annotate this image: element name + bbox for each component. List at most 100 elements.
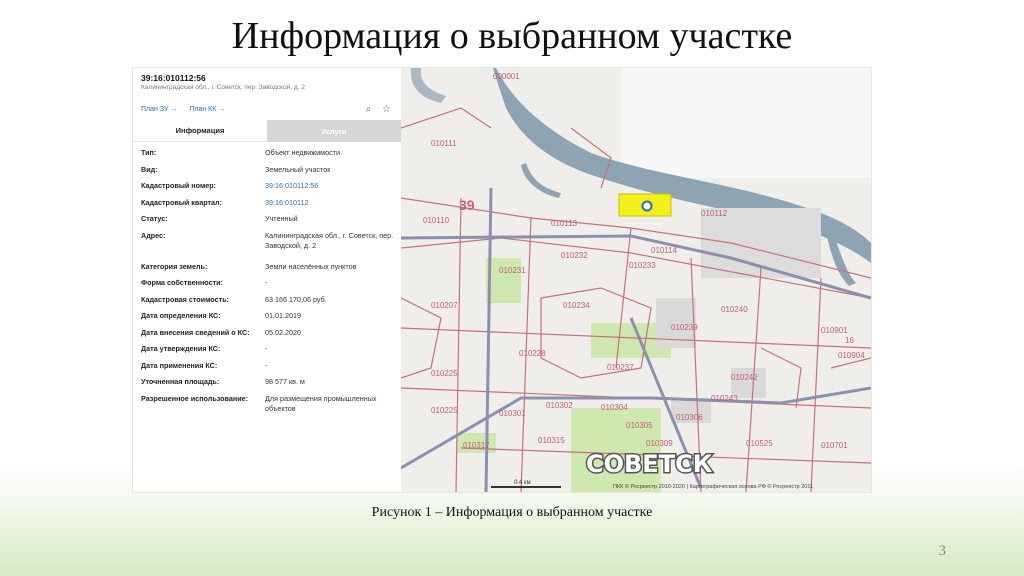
cadastral-map[interactable]: 000001 010111 010110 010113 010112 01011… [401, 68, 871, 492]
row-value: Для размещения промышленных объектов [265, 393, 377, 413]
svg-text:010232: 010232 [561, 251, 588, 260]
row-key: Кадастровый квартал: [141, 197, 222, 207]
row-value: 01.01.2019 [265, 311, 301, 320]
svg-text:010701: 010701 [821, 441, 848, 450]
table-row: Кадастровый квартал: 39:16:010112 [133, 194, 401, 211]
svg-text:010317: 010317 [463, 441, 490, 450]
row-key: Тип: [141, 148, 157, 157]
terrain-area [621, 68, 871, 178]
svg-text:010112: 010112 [701, 209, 728, 218]
table-row: Дата применения КС: - [133, 357, 401, 374]
tab-information[interactable]: Информация [133, 120, 267, 142]
svg-text:010114: 010114 [651, 246, 678, 255]
row-value: Земельный участок [265, 164, 331, 174]
table-row: Тип: Объект недвижимости [133, 144, 401, 161]
address-subtitle: Калининградская обл., г. Советск, пер. З… [141, 84, 305, 91]
svg-text:010237: 010237 [607, 363, 634, 372]
row-key: Вид: [141, 164, 158, 174]
svg-text:010304: 010304 [601, 403, 628, 412]
row-value: Калининградская обл., г. Советск, пер. З… [265, 230, 394, 250]
row-value: 05.02.2020 [265, 327, 301, 337]
info-panel: 39:16:010112:56 Калининградская обл., г.… [133, 68, 402, 492]
panel-tabs: Информация Услуги [133, 120, 401, 142]
row-value: 98 577 кв. м [265, 377, 305, 386]
green-area [486, 258, 521, 303]
table-row: Дата определения КС: 01.01.2019 [133, 307, 401, 324]
row-key: Дата определения КС: [141, 311, 221, 320]
svg-text:010525: 010525 [746, 439, 773, 448]
figure-caption: Рисунок 1 – Информация о выбранном участ… [371, 505, 653, 520]
plan-links: План ЗУ → План КК → [141, 106, 235, 113]
cadastral-number-link[interactable]: 39:16:010112:56 [265, 181, 395, 194]
svg-text:010240: 010240 [721, 305, 748, 314]
row-key: Дата внесения сведений о КС: [141, 327, 250, 337]
row-value: 63 166 170,06 руб. [265, 294, 327, 304]
page-number: 3 [938, 543, 947, 559]
row-key: Дата утверждения КС: [141, 344, 221, 353]
svg-text:010302: 010302 [546, 401, 573, 410]
row-key: Кадастровая стоимость: [141, 294, 229, 304]
row-value: - [265, 360, 268, 370]
row-key: Форма собственности: [141, 278, 223, 287]
svg-text:010309: 010309 [646, 439, 673, 448]
table-row: Уточненная площадь: 98 577 кв. м [133, 373, 401, 390]
svg-text:010242: 010242 [731, 373, 758, 382]
row-key: Дата применения КС: [141, 360, 218, 370]
svg-text:010225: 010225 [431, 369, 458, 378]
svg-text:010301: 010301 [499, 409, 526, 418]
row-key: Адрес: [141, 230, 166, 240]
row-value: - [265, 278, 268, 287]
screenshot-figure: 39:16:010112:56 Калининградская обл., г.… [133, 68, 871, 492]
table-row: Разрешенное использование: Для размещения… [133, 390, 401, 414]
search-document-icon[interactable]: ⌕ [366, 104, 372, 115]
svg-text:010225: 010225 [431, 406, 458, 415]
svg-text:16: 16 [845, 336, 854, 345]
row-value: - [265, 344, 268, 353]
tab-services[interactable]: Услуги [267, 120, 401, 142]
svg-text:010228: 010228 [519, 349, 546, 358]
svg-text:010901: 010901 [821, 326, 848, 335]
panel-tools: ⌕ ☆ [358, 104, 391, 115]
svg-text:010111: 010111 [431, 139, 457, 148]
table-row: Категория земель: Земли населённых пункто… [133, 258, 401, 275]
slide-title: Информация о выбранном участке [231, 15, 793, 57]
city-label: СОВЕТСК [586, 450, 713, 478]
scale-label: 0.4 км [514, 480, 531, 486]
table-row: Адрес: Калининградская обл., г. Советск, … [133, 227, 401, 258]
svg-text:010234: 010234 [563, 301, 590, 310]
svg-text:010305: 010305 [626, 421, 653, 430]
row-key: Категория земель: [141, 261, 208, 271]
cadastral-number-heading: 39:16:010112:56 [141, 73, 206, 83]
row-key: Уточненная площадь: [141, 377, 220, 386]
svg-text:010110: 010110 [423, 216, 450, 225]
svg-text:010233: 010233 [629, 261, 656, 270]
row-key: Разрешенное использование: [141, 393, 249, 403]
svg-text:000001: 000001 [493, 72, 520, 81]
svg-text:010904: 010904 [838, 351, 865, 360]
row-key: Статус: [141, 214, 168, 223]
svg-text:010315: 010315 [538, 436, 565, 445]
table-row: Вид: Земельный участок [133, 161, 401, 178]
region-label: 39 [459, 197, 475, 213]
map-attribution: ПКК © Росреестр 2010-2020 | Картографиче… [613, 483, 813, 490]
row-value: Земли населённых пунктов [265, 261, 357, 271]
table-row: Кадастровый номер: 39:16:010112:56 [133, 177, 401, 194]
star-icon[interactable]: ☆ [382, 104, 391, 115]
row-value: Учтенный [265, 214, 298, 223]
info-table: Тип: Объект недвижимости Вид: Земельный уч… [133, 144, 401, 414]
svg-text:010207: 010207 [431, 301, 458, 310]
map-canvas[interactable]: 000001 010111 010110 010113 010112 01011… [401, 68, 871, 492]
svg-text:010243: 010243 [711, 394, 738, 403]
table-row: Дата утверждения КС: - [133, 340, 401, 357]
svg-text:010239: 010239 [671, 323, 698, 332]
table-row: Кадастровая стоимость: 63 166 170,06 руб. [133, 291, 401, 308]
table-row: Статус: Учтенный [133, 210, 401, 227]
plan-zu-link[interactable]: План ЗУ → [141, 106, 177, 113]
row-value: Объект недвижимости [265, 148, 340, 157]
plan-kk-link[interactable]: План КК → [189, 106, 225, 113]
cadastral-quarter-link[interactable]: 39:16:010112 [265, 198, 395, 211]
table-row: Форма собственности: - [133, 274, 401, 291]
svg-text:010113: 010113 [551, 219, 578, 228]
svg-text:010306: 010306 [676, 413, 703, 422]
location-pin-icon[interactable] [641, 200, 653, 212]
